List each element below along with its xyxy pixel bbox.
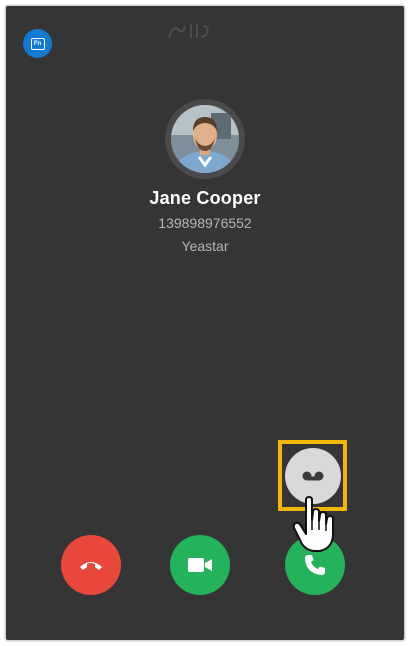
caller-name: Jane Cooper [149,188,261,208]
video-call-button[interactable] [170,535,230,595]
phone-answer-icon [305,555,325,575]
screenshot-frame: Fn Jane Cooper 139898976552 Yeastar [0,0,410,646]
avatar-photo [171,105,239,173]
caller-avatar-ring [165,99,245,179]
answer-call-button[interactable] [285,535,345,595]
app-logo-icon: Fn [23,29,52,58]
voicemail-icon [302,471,324,481]
caller-avatar [171,105,239,173]
hangup-button[interactable] [61,535,121,595]
phone-hangup-icon [80,562,102,570]
video-camera-icon [188,558,212,572]
watermark-logo [168,24,209,39]
caller-company: Yeastar [181,238,229,254]
voicemail-button[interactable] [285,448,341,504]
caller-number: 139898976552 [158,215,252,231]
app-logo-glyph: Fn [30,37,45,50]
